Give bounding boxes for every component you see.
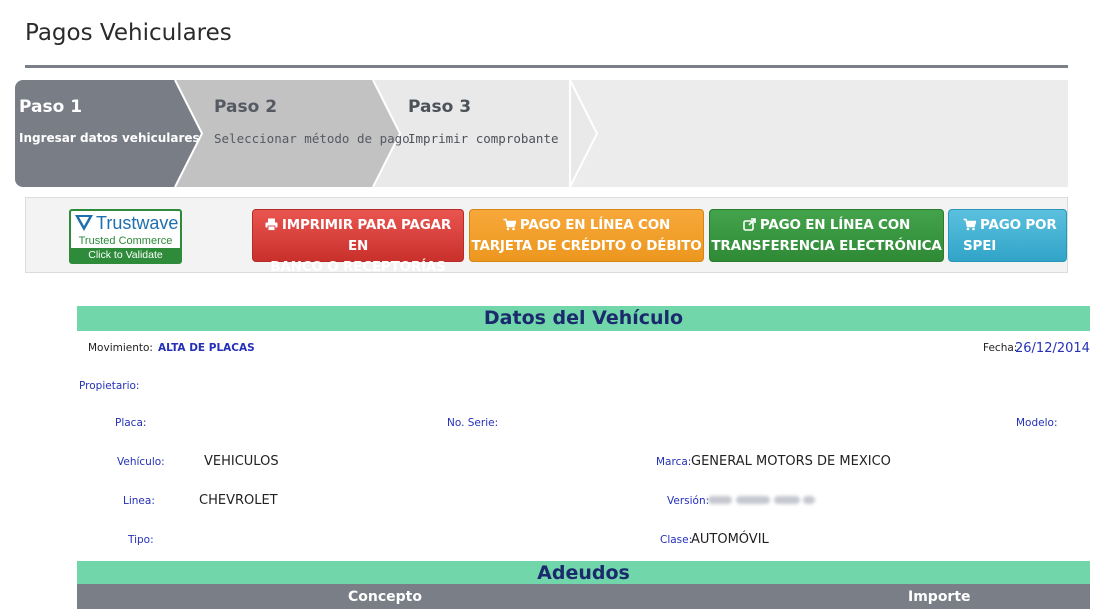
concepto-column-header: Concepto <box>348 589 422 605</box>
no-serie-label: No. Serie: <box>447 417 499 429</box>
placa-label: Placa: <box>115 417 147 429</box>
version-label: Versión: <box>667 495 710 507</box>
pay-with-spei-line2: SPEI <box>963 238 997 254</box>
debts-header: Adeudos <box>77 561 1090 585</box>
trustwave-logo-icon <box>75 215 93 231</box>
payment-options-bar: Trustwave Trusted Commerce Click to Vali… <box>25 197 1068 275</box>
pay-with-transfer-button[interactable]: PAGO EN LÍNEA CON TRANSFERENCIA ELECTRÓN… <box>709 209 944 262</box>
vehiculo-value: VEHICULOS <box>204 454 279 469</box>
shopping-cart-icon <box>503 218 516 231</box>
fecha-value: 26/12/2014 <box>1015 341 1090 356</box>
movimiento-label: Movimiento: <box>88 342 153 354</box>
debts-table-header: Concepto Importe <box>77 584 1090 609</box>
pay-at-bank-button[interactable]: IMPRIMIR PARA PAGAR EN BANCO O RECEPTORÍ… <box>252 209 464 275</box>
pay-with-transfer-line1: PAGO EN LÍNEA CON <box>759 217 911 233</box>
external-link-icon <box>743 218 756 231</box>
tipo-label: Tipo: <box>128 534 154 546</box>
movimiento-value: ALTA DE PLACAS <box>158 342 255 354</box>
step-2-label: Seleccionar método de pago <box>214 131 410 146</box>
step-2-number: Paso 2 <box>214 97 278 117</box>
trustwave-name: Trustwave <box>96 212 179 233</box>
clase-label: Clase: <box>660 534 693 546</box>
fecha-label: Fecha: <box>983 342 1018 354</box>
propietario-label: Propietario: <box>79 380 140 392</box>
trustwave-subtitle: Trusted Commerce <box>78 235 173 247</box>
importe-column-header: Importe <box>908 589 971 605</box>
pay-with-card-button[interactable]: PAGO EN LÍNEA CON TARJETA DE CRÉDITO O D… <box>469 209 704 262</box>
vehicle-data-header: Datos del Vehículo <box>77 306 1090 331</box>
vehiculo-label: Vehículo: <box>117 456 165 468</box>
pay-with-card-line1: PAGO EN LÍNEA CON <box>519 217 671 233</box>
modelo-label: Modelo: <box>1016 417 1058 429</box>
marca-label: Marca: <box>656 456 692 468</box>
version-value-redacted <box>708 493 816 507</box>
trustwave-badge[interactable]: Trustwave Trusted Commerce Click to Vali… <box>69 209 182 264</box>
shopping-cart-icon <box>963 218 976 231</box>
pay-with-transfer-line2: TRANSFERENCIA ELECTRÓNICA <box>711 238 942 254</box>
pay-with-spei-button[interactable]: PAGO POR SPEI <box>948 209 1067 262</box>
linea-label: Linea: <box>123 495 155 507</box>
trustwave-validate-link[interactable]: Click to Validate <box>71 248 180 262</box>
step-3-number: Paso 3 <box>408 97 472 117</box>
pay-with-spei-line1: PAGO POR <box>980 217 1057 233</box>
step-3-label: Imprimir comprobante <box>408 131 559 146</box>
title-divider <box>25 65 1068 68</box>
pay-with-card-line2: TARJETA DE CRÉDITO O DÉBITO <box>471 238 702 254</box>
page-title: Pagos Vehiculares <box>25 20 232 46</box>
clase-value: AUTOMÓVIL <box>691 532 769 547</box>
step-1-number: Paso 1 <box>19 97 83 117</box>
linea-value: CHEVROLET <box>199 493 278 508</box>
pay-at-bank-line2: BANCO O RECEPTORÍAS <box>270 259 446 275</box>
step-progress-bar: Paso 1 Ingresar datos vehiculares Paso 2… <box>15 80 1068 187</box>
pay-at-bank-line1: IMPRIMIR PARA PAGAR EN <box>281 217 452 254</box>
marca-value: GENERAL MOTORS DE MEXICO <box>691 454 891 469</box>
printer-icon <box>265 218 278 231</box>
step-1-label: Ingresar datos vehiculares <box>19 131 200 145</box>
